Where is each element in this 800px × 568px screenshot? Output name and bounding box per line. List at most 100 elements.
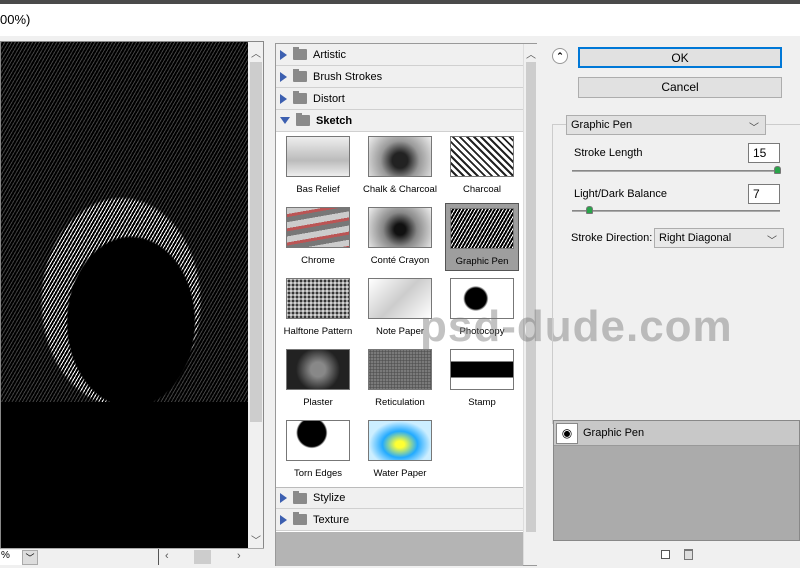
filter-thumbnail[interactable]: Water Paper xyxy=(363,416,437,484)
thumbnail-image xyxy=(286,420,350,461)
thumbnail-image xyxy=(286,349,350,390)
gallery-empty-area xyxy=(276,532,523,566)
thumbnail-label: Graphic Pen xyxy=(455,256,509,267)
scroll-thumb[interactable] xyxy=(194,550,211,564)
thumbnail-image xyxy=(450,349,514,390)
stroke-length-slider-handle[interactable] xyxy=(774,166,781,174)
preview-bottom-bar: % ﹀ ‹ › xyxy=(0,548,264,566)
scroll-right-icon[interactable]: › xyxy=(237,550,241,562)
category-label: Distort xyxy=(313,92,345,105)
filter-thumbnail[interactable]: Chrome xyxy=(281,203,355,271)
folder-icon xyxy=(293,91,307,104)
expand-triangle-icon xyxy=(280,493,287,503)
filter-thumbnail[interactable]: Stamp xyxy=(445,345,519,413)
effect-layers-panel: ◉ Graphic Pen xyxy=(553,420,800,541)
scroll-down-icon[interactable]: ﹀ xyxy=(248,532,263,547)
thumbnail-image xyxy=(368,420,432,461)
thumbnail-label: Reticulation xyxy=(375,397,425,408)
scroll-up-icon[interactable]: ︿ xyxy=(524,46,538,61)
stroke-direction-value: Right Diagonal xyxy=(659,232,732,244)
filter-thumbnail[interactable]: Charcoal xyxy=(445,132,519,200)
window-title: 00%) xyxy=(0,12,31,27)
zoom-field[interactable]: % xyxy=(0,550,22,565)
thumbnail-image xyxy=(368,207,432,248)
category-distort[interactable]: Distort xyxy=(276,88,523,110)
scroll-thumb[interactable] xyxy=(526,62,536,532)
expand-triangle-icon xyxy=(280,71,287,82)
collapse-panel-icon[interactable]: ⌃ xyxy=(552,48,568,64)
chevron-down-icon: ﹀ xyxy=(749,123,759,134)
expand-triangle-icon xyxy=(280,93,287,104)
filter-thumbnail[interactable]: Torn Edges xyxy=(281,416,355,484)
scroll-thumb[interactable] xyxy=(250,62,262,422)
balance-input[interactable]: 7 xyxy=(748,184,780,204)
category-brush-strokes[interactable]: Brush Strokes xyxy=(276,66,523,88)
filter-thumbnail[interactable]: Conté Crayon xyxy=(363,203,437,271)
thumbnail-label: Bas Relief xyxy=(296,184,340,195)
folder-icon xyxy=(293,490,307,504)
title-bar: 00%) xyxy=(0,4,800,36)
collapse-triangle-icon xyxy=(280,117,290,124)
filter-thumbnail[interactable]: Bas Relief xyxy=(281,132,355,200)
stroke-length-label: Stroke Length xyxy=(574,147,643,159)
ok-button[interactable]: OK xyxy=(578,47,782,68)
preview-vertical-scrollbar[interactable]: ︿ ﹀ xyxy=(248,42,263,548)
category-label: Artistic xyxy=(313,48,346,61)
filter-thumbnail[interactable]: Chalk & Charcoal xyxy=(363,132,437,200)
thumbnail-image xyxy=(450,208,514,249)
filter-thumbnail[interactable]: Reticulation xyxy=(363,345,437,413)
effect-layer-row[interactable]: ◉ Graphic Pen xyxy=(554,421,799,446)
thumbnail-label: Plaster xyxy=(303,397,333,408)
thumbnail-label: Chrome xyxy=(301,255,335,266)
preview-horizontal-scrollbar[interactable]: ‹ › xyxy=(158,549,248,565)
filter-thumbnail[interactable]: Halftone Pattern xyxy=(281,274,355,342)
folder-icon xyxy=(293,512,307,525)
category-label: Sketch xyxy=(316,114,353,127)
new-effect-layer-icon[interactable] xyxy=(661,550,670,559)
settings-group xyxy=(552,124,800,424)
filter-thumbnail[interactable]: Plaster xyxy=(281,345,355,413)
stroke-length-input[interactable]: 15 xyxy=(748,143,780,163)
category-stylize[interactable]: Stylize xyxy=(276,487,523,509)
filter-select[interactable]: Graphic Pen ﹀ xyxy=(566,115,766,135)
chevron-down-icon: ﹀ xyxy=(767,236,777,247)
preview-pane[interactable]: ︿ ﹀ xyxy=(0,41,264,549)
stroke-direction-label: Stroke Direction: xyxy=(571,232,653,244)
stroke-direction-select[interactable]: Right Diagonal ﹀ xyxy=(654,228,784,248)
cancel-button[interactable]: Cancel xyxy=(578,77,782,98)
thumbnail-image xyxy=(450,136,514,177)
scroll-up-icon[interactable]: ︿ xyxy=(248,45,263,60)
thumbnail-label: Water Paper xyxy=(373,468,427,479)
folder-icon xyxy=(296,113,310,126)
thumbnail-image xyxy=(368,136,432,177)
scroll-left-icon[interactable]: ‹ xyxy=(165,550,169,562)
zoom-dropdown-chevron-icon[interactable]: ﹀ xyxy=(22,550,38,565)
filter-thumbnail[interactable]: Graphic Pen xyxy=(445,203,519,271)
thumbnail-label: Halftone Pattern xyxy=(283,326,353,337)
filter-select-value: Graphic Pen xyxy=(571,119,633,131)
thumbnail-image xyxy=(286,136,350,177)
preview-image-shade xyxy=(1,42,248,548)
thumbnail-label: Conté Crayon xyxy=(370,255,430,266)
thumbnail-label: Torn Edges xyxy=(293,468,343,479)
balance-slider-handle[interactable] xyxy=(586,206,594,214)
effect-layer-label: Graphic Pen xyxy=(583,427,645,439)
eye-icon[interactable]: ◉ xyxy=(556,423,578,444)
expand-triangle-icon xyxy=(280,49,287,60)
category-label: Texture xyxy=(313,513,350,526)
expand-triangle-icon xyxy=(280,514,287,525)
trash-icon[interactable] xyxy=(684,549,693,560)
stroke-length-slider[interactable] xyxy=(572,170,780,172)
category-artistic[interactable]: Artistic xyxy=(276,44,523,66)
balance-label: Light/Dark Balance xyxy=(574,188,667,200)
thumbnail-image xyxy=(286,278,350,319)
thumbnail-label: Charcoal xyxy=(462,184,502,195)
thumbnail-label: Chalk & Charcoal xyxy=(363,184,437,195)
category-sketch[interactable]: Sketch xyxy=(276,110,523,132)
thumbnail-image xyxy=(286,207,350,248)
category-label: Stylize xyxy=(313,492,346,504)
thumbnail-image xyxy=(368,349,432,390)
balance-slider[interactable] xyxy=(572,210,780,212)
folder-icon xyxy=(293,69,307,82)
category-texture[interactable]: Texture xyxy=(276,509,523,531)
